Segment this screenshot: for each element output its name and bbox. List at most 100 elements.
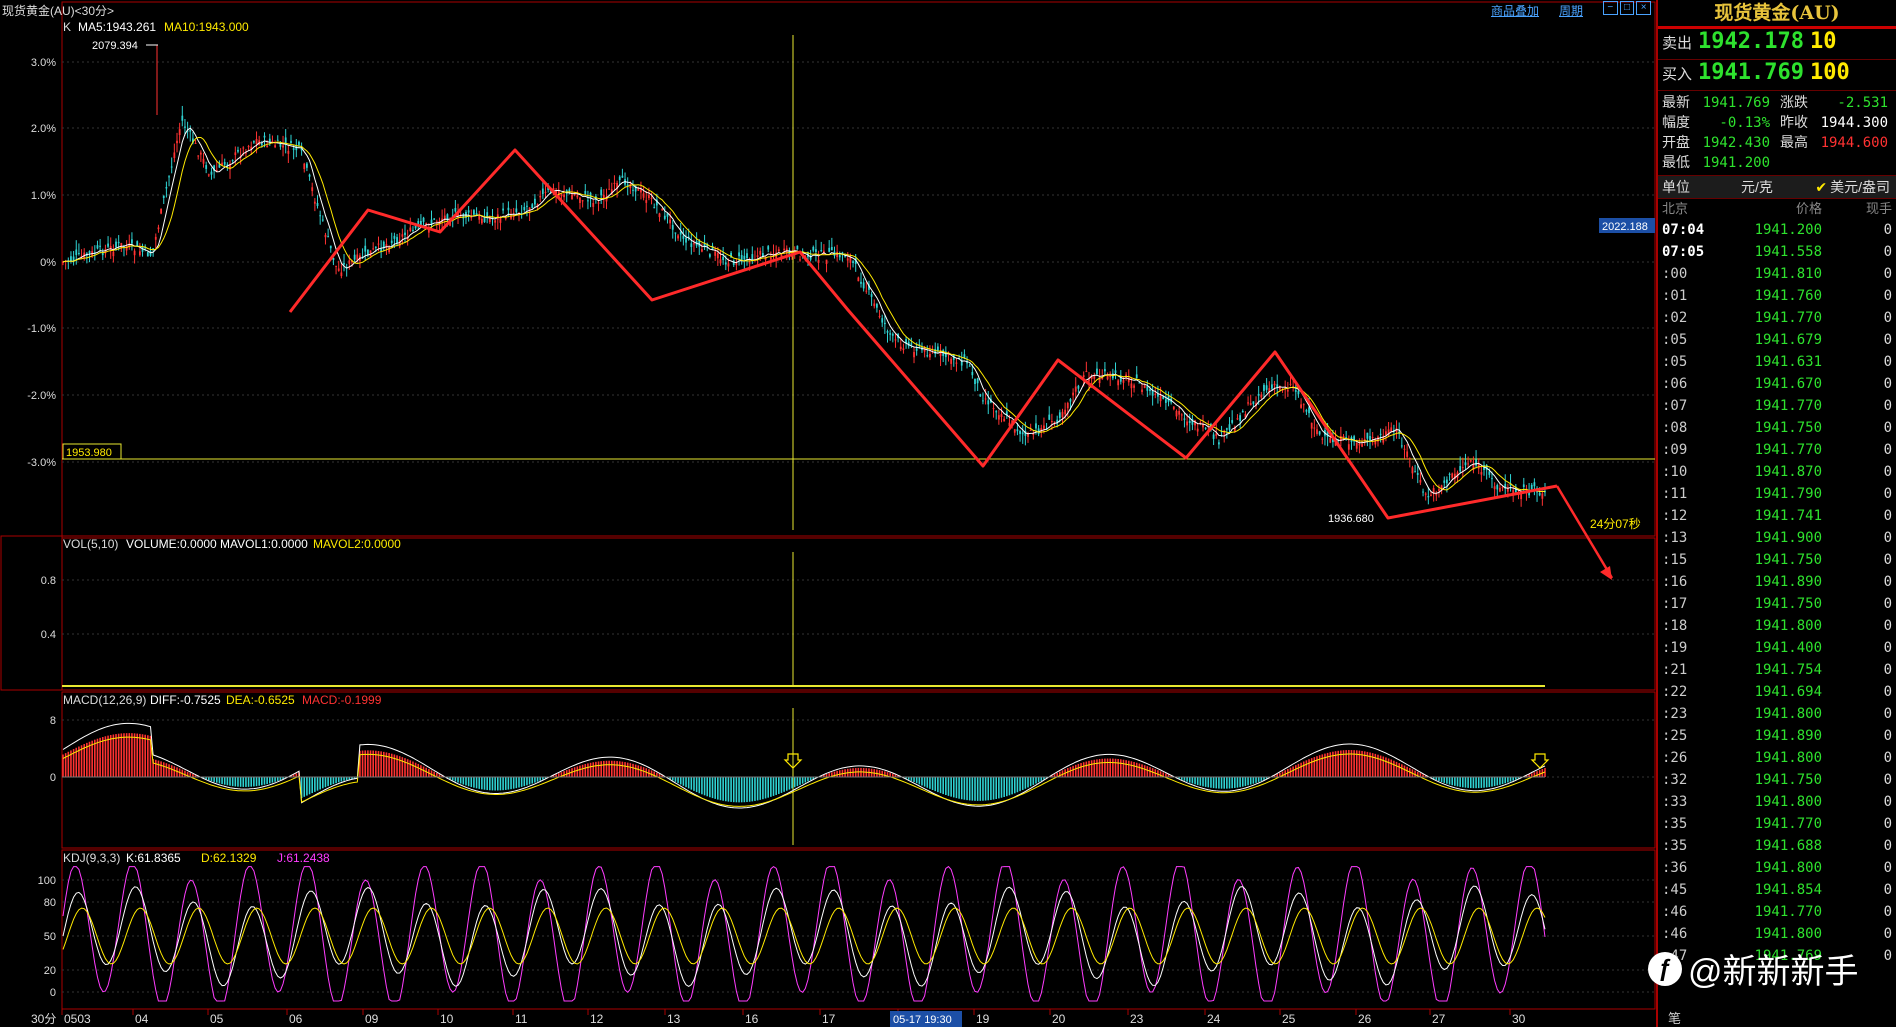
period-button[interactable]: 周期	[1559, 2, 1583, 19]
candle-body	[777, 249, 780, 252]
overlay-button[interactable]: 商品叠加	[1491, 2, 1539, 19]
unit-cny-option[interactable]: 元/克	[1722, 176, 1792, 198]
tick-row[interactable]: :05 1941.631 0	[1658, 351, 1896, 373]
tick-row[interactable]: :00 1941.810 0	[1658, 263, 1896, 285]
candle-body	[849, 257, 852, 263]
tick-footer: 笔	[1668, 1011, 1682, 1026]
unit-usd-option[interactable]: ✔ 美元/盎司	[1792, 176, 1896, 198]
buy-price[interactable]: 1941.769	[1698, 60, 1804, 85]
tick-row[interactable]: :17 1941.750 0	[1658, 593, 1896, 615]
tick-row[interactable]: :06 1941.670 0	[1658, 373, 1896, 395]
close-icon[interactable]: ×	[1636, 1, 1652, 15]
tick-row[interactable]: :15 1941.750 0	[1658, 549, 1896, 571]
candle-body	[857, 277, 860, 282]
sell-price[interactable]: 1942.178	[1698, 29, 1804, 54]
candle-body	[526, 205, 528, 207]
tick-row[interactable]: :13 1941.900 0	[1658, 527, 1896, 549]
candle-body	[1050, 420, 1053, 422]
candle-body	[1358, 443, 1361, 446]
tick-row[interactable]: :02 1941.770 0	[1658, 307, 1896, 329]
candle-body	[852, 261, 854, 264]
minimize-icon[interactable]: −	[1603, 1, 1618, 15]
right-price-tag: 2022.188	[1602, 221, 1648, 233]
tick-row[interactable]: :11 1941.790 0	[1658, 483, 1896, 505]
tick-price: 1941.890	[1754, 574, 1822, 590]
candle-body	[719, 259, 722, 264]
tick-row[interactable]: :21 1941.754 0	[1658, 659, 1896, 681]
tick-row[interactable]: :10 1941.870 0	[1658, 461, 1896, 483]
tick-volume: 0	[1883, 640, 1892, 656]
candle-body	[115, 241, 117, 248]
candle-body	[1305, 410, 1308, 412]
candle-body	[313, 201, 316, 204]
candle-body	[382, 241, 385, 248]
tick-volume: 0	[1883, 926, 1892, 942]
candle-body	[184, 126, 186, 128]
main-y-tick: -2.0%	[27, 390, 56, 402]
candle-body	[1164, 399, 1167, 403]
candle-body	[669, 219, 672, 224]
tick-row[interactable]: 07:04 1941.200 0	[1658, 219, 1896, 241]
tick-volume: 0	[1883, 574, 1892, 590]
kline-chart-svg[interactable]: 3.0%2.0%1.0%0%-1.0%-2.0%-3.0%0.80.480100…	[0, 0, 1656, 1027]
tick-price: 1941.800	[1754, 706, 1822, 722]
candle-body	[242, 147, 245, 149]
tick-row[interactable]: :22 1941.694 0	[1658, 681, 1896, 703]
tick-row[interactable]: :18 1941.800 0	[1658, 615, 1896, 637]
candle-body	[1302, 404, 1305, 406]
candle-body	[722, 256, 725, 261]
candle-body	[1061, 411, 1064, 418]
tick-row[interactable]: :33 1941.800 0	[1658, 791, 1896, 813]
candle-body	[1414, 471, 1416, 473]
tick-row[interactable]: :35 1941.688 0	[1658, 835, 1896, 857]
tick-header-price: 价格	[1795, 201, 1822, 216]
candle-body	[862, 282, 865, 289]
candle-body	[107, 243, 109, 247]
chart-area[interactable]: 3.0% 2.0% 1.0% 0% -1.0% -2.0% -3.0% 0.8 0.4 8 0 100…	[0, 0, 1656, 1027]
candle-body	[1186, 421, 1188, 426]
tick-row[interactable]: :05 1941.679 0	[1658, 329, 1896, 351]
candle-body	[984, 398, 987, 400]
tick-row[interactable]: :19 1941.400 0	[1658, 637, 1896, 659]
candle-body	[584, 190, 587, 194]
tick-row[interactable]: :07 1941.770 0	[1658, 395, 1896, 417]
tick-list[interactable]: 07:04 1941.200 0 07:05 1941.558 0:00 1941.810 0…	[1658, 219, 1896, 967]
tick-row[interactable]: :09 1941.770 0	[1658, 439, 1896, 461]
candle-body	[1403, 448, 1406, 450]
kdj-series	[62, 865, 1546, 1002]
tick-row[interactable]: :32 1941.750 0	[1658, 769, 1896, 791]
tick-row[interactable]: :46 1941.770 0	[1658, 901, 1896, 923]
tick-volume: 0	[1883, 222, 1892, 238]
tick-row[interactable]: :16 1941.890 0	[1658, 571, 1896, 593]
tick-row[interactable]: :01 1941.760 0	[1658, 285, 1896, 307]
candle-body	[138, 251, 141, 256]
candle-body	[96, 245, 99, 249]
tick-price: 1941.770	[1754, 310, 1822, 326]
tick-row[interactable]: :46 1941.800 0	[1658, 923, 1896, 945]
tick-row[interactable]: :26 1941.800 0	[1658, 747, 1896, 769]
candle-body	[663, 215, 666, 219]
tick-row[interactable]: :45 1941.854 0	[1658, 879, 1896, 901]
candle-body	[149, 250, 152, 256]
tick-row[interactable]: :08 1941.750 0	[1658, 417, 1896, 439]
tick-row[interactable]: :36 1941.800 0	[1658, 857, 1896, 879]
tick-row[interactable]: :25 1941.890 0	[1658, 725, 1896, 747]
candle-body	[531, 204, 534, 209]
quote-key: 开盘	[1662, 135, 1690, 151]
tick-row[interactable]: :35 1941.770 0	[1658, 813, 1896, 835]
tick-row[interactable]: :12 1941.741 0	[1658, 505, 1896, 527]
candle-body	[1241, 410, 1244, 413]
candle-body	[576, 195, 579, 198]
tick-volume: 0	[1883, 552, 1892, 568]
candle-body	[1215, 433, 1218, 436]
tick-row[interactable]: 07:05 1941.558 0	[1658, 241, 1896, 263]
tick-row[interactable]: :23 1941.800 0	[1658, 703, 1896, 725]
sell-volume: 10	[1809, 29, 1837, 54]
candle-body	[523, 207, 526, 210]
quote-key: 幅度	[1662, 115, 1690, 131]
maximize-icon[interactable]: □	[1619, 1, 1635, 15]
candle-body	[173, 152, 176, 159]
tick-time: :36	[1662, 860, 1688, 876]
tick-time: :32	[1662, 772, 1688, 788]
tick-volume: 0	[1883, 618, 1892, 634]
